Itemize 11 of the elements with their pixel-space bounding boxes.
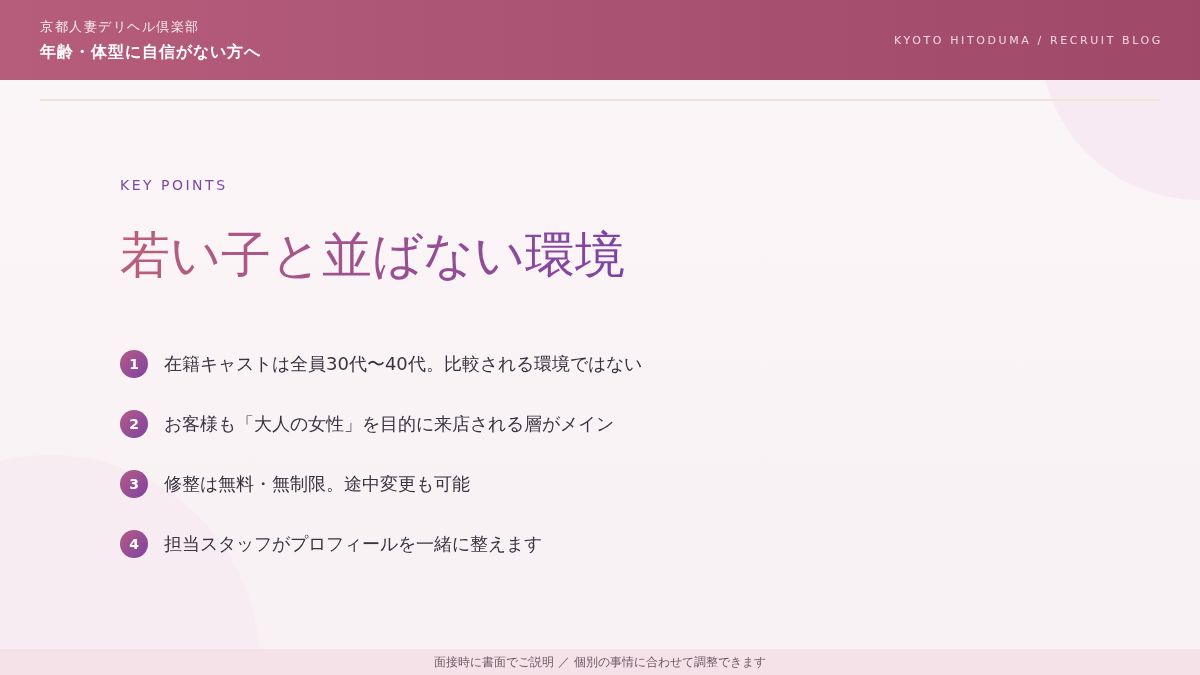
point-text: 修整は無料・無制限。途中変更も可能 [164,472,470,496]
section-eyebrow: KEY POINTS [120,177,228,193]
header-tagline: KYOTO HITODUMA / RECRUIT BLOG [894,33,1163,47]
header-subtitle: 年齢・体型に自信がない方へ [40,41,261,63]
point-text: お客様も「大人の女性」を目的に来店される層がメイン [164,412,614,436]
number-badge: 2 [120,410,148,438]
footer-note: 面接時に書面でご説明 ／ 個別の事情に合わせて調整できます [434,653,766,671]
number-badge: 1 [120,350,148,378]
point-text: 在籍キャストは全員30代〜40代。比較される環境ではない [164,352,642,376]
brand-name: 京都人妻デリヘル倶楽部 [40,17,201,36]
point-text: 担当スタッフがプロフィールを一緒に整えます [164,532,542,556]
